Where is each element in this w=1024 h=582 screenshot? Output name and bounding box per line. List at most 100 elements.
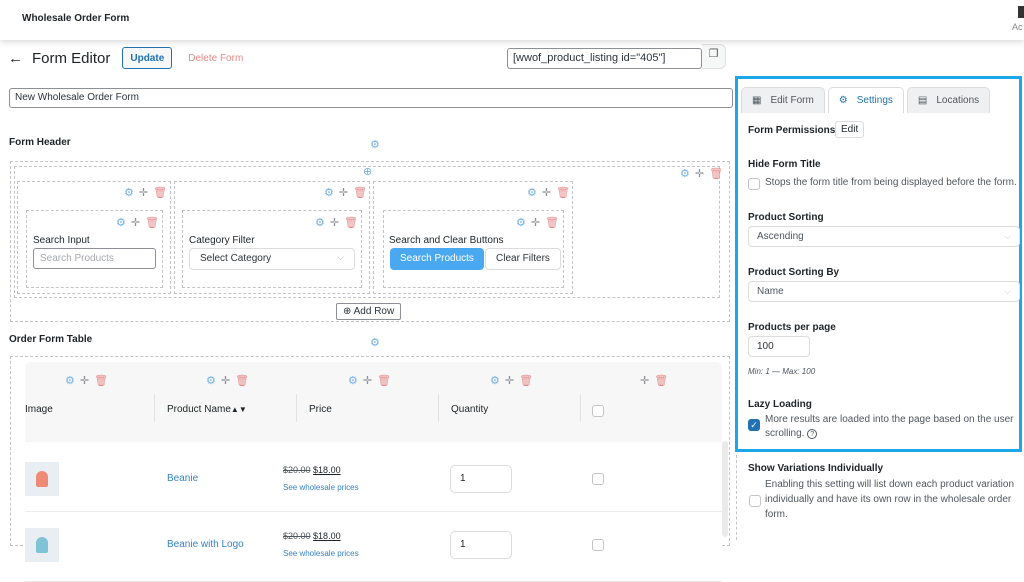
gear-icon[interactable]: ⚙ [65, 374, 75, 387]
gear-icon[interactable]: ⚙ [315, 216, 325, 229]
update-button[interactable]: Update [122, 47, 173, 69]
hide-form-title-description: Stops the form title from being displaye… [765, 177, 1017, 188]
column-actions: ⚙ ✛ 🗑 [527, 186, 570, 199]
help-icon[interactable]: ? [807, 429, 818, 439]
move-icon[interactable]: ✛ [640, 374, 649, 387]
delete-form-link[interactable]: Delete Form [188, 53, 243, 64]
gear-icon[interactable]: ⚙ [680, 167, 690, 180]
product-thumbnail [25, 528, 59, 562]
tab-edit-form[interactable]: ▦ Edit Form [741, 87, 825, 113]
gear-icon[interactable]: ⚙ [116, 216, 126, 229]
column-actions: ⚙ ✛ 🗑 [65, 374, 108, 387]
table-header: ⚙ ✛ 🗑 ⚙ ✛ 🗑 ⚙ ✛ 🗑 ⚙ ✛ 🗑 ✛ 🗑 Image Produc… [25, 362, 722, 442]
trash-icon[interactable]: 🗑 [545, 216, 559, 229]
product-name-label: Product Name [167, 404, 231, 415]
move-icon[interactable]: ✛ [531, 216, 540, 229]
trash-icon[interactable]: 🗑 [145, 216, 159, 229]
show-variations-text-3: form. [765, 509, 788, 520]
move-icon[interactable]: ✛ [80, 374, 89, 387]
trash-icon[interactable]: 🗑 [519, 374, 533, 387]
clear-filters-button[interactable]: Clear Filters [485, 248, 561, 270]
select-all-checkbox[interactable] [592, 405, 604, 417]
products-per-page-hint: Min: 1 — Max: 100 [748, 367, 816, 376]
move-icon[interactable]: ✛ [139, 186, 148, 199]
tab-locations[interactable]: ▤ Locations [906, 87, 991, 113]
gear-icon[interactable]: ⚙ [324, 186, 334, 199]
move-icon[interactable]: ✛ [695, 167, 704, 180]
trash-icon[interactable]: 🗑 [556, 186, 570, 199]
see-wholesale-prices-link[interactable]: See wholesale prices [283, 483, 359, 492]
account-icon[interactable] [1018, 6, 1024, 18]
add-row-button[interactable]: ⊕ Add Row [336, 303, 402, 320]
element-actions: ⚙ ✛ 🗑 [516, 216, 559, 229]
gear-icon[interactable]: ⚙ [516, 216, 526, 229]
trash-icon[interactable]: 🗑 [353, 186, 367, 199]
move-icon[interactable]: ✛ [363, 374, 372, 387]
trash-icon[interactable]: 🗑 [344, 216, 358, 229]
column-divider [580, 394, 581, 422]
sort-icon[interactable]: ▲▼ [231, 405, 247, 414]
products-per-page-input[interactable]: 100 [748, 336, 810, 357]
hide-form-title-label: Hide Form Title [748, 159, 821, 170]
lazy-loading-text-2-label: scrolling. [765, 428, 805, 439]
trash-icon[interactable]: 🗑 [235, 374, 249, 387]
move-icon[interactable]: ✛ [131, 216, 140, 229]
product-name-link[interactable]: Beanie with Logo [167, 539, 244, 550]
gear-icon[interactable]: ⚙ [348, 374, 358, 387]
category-select[interactable]: Select Category ⌵ [189, 248, 355, 270]
gear-icon[interactable]: ⚙ [490, 374, 500, 387]
lazy-loading-checkbox[interactable]: ✓ [748, 419, 760, 431]
trash-icon[interactable]: 🗑 [153, 186, 167, 199]
panel-divider [736, 455, 737, 540]
move-icon[interactable]: ✛ [221, 374, 230, 387]
column-actions: ⚙ ✛ 🗑 [490, 374, 533, 387]
shortcode-field[interactable]: [wwof_product_listing id="405"] [507, 48, 702, 69]
table-scrollbar[interactable] [722, 441, 728, 537]
back-arrow-icon[interactable]: ← [8, 50, 28, 67]
add-column-icon[interactable]: ⊕ [363, 165, 372, 178]
column-divider [296, 394, 297, 422]
search-products-input[interactable]: Search Products [33, 248, 156, 269]
row-checkbox[interactable] [592, 473, 604, 485]
quantity-input[interactable]: 1 [450, 531, 512, 559]
move-icon[interactable]: ✛ [339, 186, 348, 199]
column-actions: ✛ 🗑 [640, 374, 668, 387]
element-actions: ⚙ ✛ 🗑 [116, 216, 159, 229]
tab-label: Locations [936, 95, 980, 106]
move-icon[interactable]: ✛ [505, 374, 514, 387]
column-actions: ⚙ ✛ 🗑 [324, 186, 367, 199]
trash-icon[interactable]: 🗑 [94, 374, 108, 387]
order-table: ⚙ ✛ 🗑 ⚙ ✛ 🗑 ⚙ ✛ 🗑 ⚙ ✛ 🗑 ✛ 🗑 Image Produc… [25, 362, 722, 582]
move-icon[interactable]: ✛ [330, 216, 339, 229]
row-checkbox[interactable] [592, 539, 604, 551]
regular-price: $20.00 [283, 465, 311, 475]
lazy-loading-text-2: scrolling. ? [765, 427, 1014, 441]
copy-shortcode-button[interactable]: ❐ [702, 44, 726, 69]
move-icon[interactable]: ✛ [542, 186, 551, 199]
gear-icon[interactable]: ⚙ [370, 336, 380, 349]
trash-icon[interactable]: 🗑 [654, 374, 668, 387]
tab-settings[interactable]: ⚙ Settings [827, 87, 904, 113]
gear-icon[interactable]: ⚙ [370, 138, 380, 151]
product-sorting-by-select[interactable]: Name ⌵ [748, 281, 1020, 302]
gear-icon[interactable]: ⚙ [124, 186, 134, 199]
show-variations-checkbox[interactable] [749, 495, 761, 507]
product-sorting-select[interactable]: Ascending ⌵ [748, 226, 1020, 247]
form-name-input[interactable]: New Wholesale Order Form [9, 88, 733, 108]
trash-icon[interactable]: 🗑 [377, 374, 391, 387]
lazy-loading-text-1: More results are loaded into the page ba… [765, 414, 1014, 425]
column-header-quantity: Quantity [451, 404, 489, 415]
product-name-link[interactable]: Beanie [167, 473, 198, 484]
edit-permissions-button[interactable]: Edit [835, 121, 865, 138]
gear-icon[interactable]: ⚙ [206, 374, 216, 387]
gear-icon[interactable]: ⚙ [527, 186, 537, 199]
account-label[interactable]: Ac [1012, 22, 1023, 32]
hide-form-title-checkbox[interactable] [748, 178, 760, 190]
column-header-product-name[interactable]: Product Name▲▼ [167, 404, 247, 415]
editor-header: ← Form Editor Update Delete Form [8, 46, 243, 70]
trash-icon[interactable]: 🗑 [709, 167, 723, 180]
search-products-button[interactable]: Search Products [390, 248, 484, 270]
app-title: Wholesale Order Form [22, 13, 130, 24]
see-wholesale-prices-link[interactable]: See wholesale prices [283, 549, 359, 558]
quantity-input[interactable]: 1 [450, 465, 512, 493]
